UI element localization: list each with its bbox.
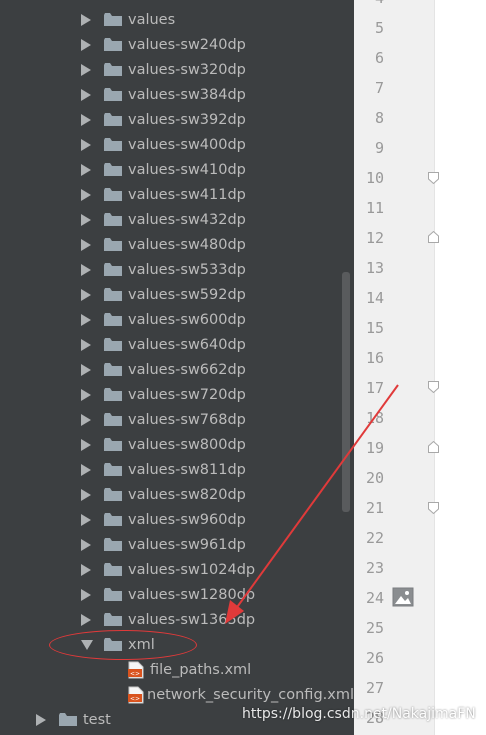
annotation-arrow (225, 384, 399, 624)
fold-start-icon[interactable] (428, 502, 439, 514)
fold-end-icon[interactable] (428, 231, 439, 243)
watermark-text: https://blog.csdn.net/NakajimaFN (242, 706, 476, 722)
fold-start-icon[interactable] (428, 172, 439, 184)
fold-end-icon[interactable] (428, 441, 439, 453)
fold-start-icon[interactable] (428, 381, 439, 393)
